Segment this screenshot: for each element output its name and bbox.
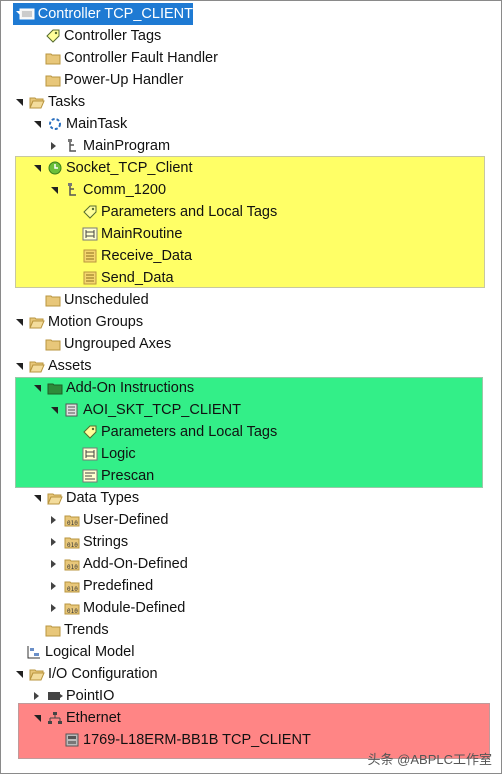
ladder-routine-icon bbox=[82, 227, 98, 241]
tree-item-dt-add-on-defined[interactable]: 010 Add-On-Defined bbox=[48, 553, 188, 575]
tree-item-controller[interactable]: Controller TCP_CLIENT bbox=[13, 3, 193, 25]
collapse-toggle-icon[interactable] bbox=[48, 184, 61, 197]
open-folder-icon bbox=[29, 359, 45, 373]
tree-item-dt-strings[interactable]: 010 Strings bbox=[48, 531, 128, 553]
open-folder-icon bbox=[29, 315, 45, 329]
aoi-definition-icon bbox=[64, 403, 80, 417]
watermark: 头条 @ABPLC工作室 bbox=[367, 752, 492, 767]
program-icon bbox=[64, 183, 80, 197]
tree-item-main-program[interactable]: MainProgram bbox=[48, 135, 170, 157]
expand-toggle-icon[interactable] bbox=[48, 514, 61, 527]
tree-item-comm-send[interactable]: Send_Data bbox=[82, 267, 174, 289]
tree-item-powerup-handler[interactable]: Power-Up Handler bbox=[45, 69, 183, 91]
expand-toggle-icon[interactable] bbox=[48, 536, 61, 549]
tree-item-dt-user-defined[interactable]: 010 User-Defined bbox=[48, 509, 168, 531]
tree-item-aoi-params[interactable]: Parameters and Local Tags bbox=[82, 421, 277, 443]
open-folder-icon bbox=[47, 491, 63, 505]
tree-item-add-on-instructions[interactable]: Add-On Instructions bbox=[31, 377, 194, 399]
collapse-toggle-icon[interactable] bbox=[13, 316, 26, 329]
tree-item-comm-main-routine[interactable]: MainRoutine bbox=[82, 223, 182, 245]
data-type-icon: 010 bbox=[64, 579, 80, 593]
data-type-icon: 010 bbox=[64, 535, 80, 549]
collapse-toggle-icon[interactable] bbox=[13, 360, 26, 373]
tree-item-ethernet[interactable]: Ethernet bbox=[31, 707, 121, 729]
tree-item-aoi-logic[interactable]: Logic bbox=[82, 443, 136, 465]
folder-icon bbox=[45, 51, 61, 65]
tree-item-fault-handler[interactable]: Controller Fault Handler bbox=[45, 47, 218, 69]
tree-item-aoi-prescan[interactable]: Prescan bbox=[82, 465, 154, 487]
tree-item-controller-module[interactable]: 1769-L18ERM-BB1B TCP_CLIENT bbox=[64, 729, 311, 751]
ladder-routine-icon bbox=[82, 447, 98, 461]
collapse-toggle-icon[interactable] bbox=[31, 382, 44, 395]
folder-icon bbox=[45, 73, 61, 87]
tree-item-assets[interactable]: Assets bbox=[13, 355, 92, 377]
continuous-task-icon bbox=[47, 117, 63, 131]
svg-text:010: 010 bbox=[67, 520, 78, 527]
tree-item-data-types[interactable]: Data Types bbox=[31, 487, 139, 509]
data-type-icon: 010 bbox=[64, 557, 80, 571]
collapse-toggle-icon[interactable] bbox=[31, 492, 44, 505]
tree-item-aoi[interactable]: AOI_SKT_TCP_CLIENT bbox=[48, 399, 241, 421]
folder-icon bbox=[45, 293, 61, 307]
controller-icon bbox=[19, 7, 35, 21]
expand-toggle-icon[interactable] bbox=[48, 558, 61, 571]
logical-model-icon bbox=[26, 645, 42, 659]
tag-icon bbox=[45, 29, 61, 43]
tree-item-comm-receive[interactable]: Receive_Data bbox=[82, 245, 192, 267]
data-type-icon: 010 bbox=[64, 601, 80, 615]
collapse-toggle-icon[interactable] bbox=[31, 118, 44, 131]
aoi-folder-icon bbox=[47, 381, 63, 395]
tree-item-trends[interactable]: Trends bbox=[45, 619, 109, 641]
tree-item-motion-groups[interactable]: Motion Groups bbox=[13, 311, 143, 333]
open-folder-icon bbox=[29, 95, 45, 109]
periodic-task-icon bbox=[47, 161, 63, 175]
collapse-toggle-icon[interactable] bbox=[31, 712, 44, 725]
collapse-toggle-icon[interactable] bbox=[13, 668, 26, 681]
tree-item-ungrouped-axes[interactable]: Ungrouped Axes bbox=[45, 333, 171, 355]
expand-toggle-icon[interactable] bbox=[48, 580, 61, 593]
tree-item-comm-params[interactable]: Parameters and Local Tags bbox=[82, 201, 277, 223]
program-icon bbox=[64, 139, 80, 153]
svg-text:010: 010 bbox=[67, 564, 78, 571]
tree-item-io-configuration[interactable]: I/O Configuration bbox=[13, 663, 158, 685]
tree-item-comm-program[interactable]: Comm_1200 bbox=[48, 179, 166, 201]
tree-item-controller-tags[interactable]: Controller Tags bbox=[45, 25, 161, 47]
folder-icon bbox=[45, 337, 61, 351]
open-folder-icon bbox=[29, 667, 45, 681]
tree-item-point-io[interactable]: PointIO bbox=[31, 685, 114, 707]
tree-item-dt-module-defined[interactable]: 010 Module-Defined bbox=[48, 597, 185, 619]
structured-text-icon bbox=[82, 271, 98, 285]
network-icon bbox=[47, 711, 63, 725]
svg-text:010: 010 bbox=[67, 542, 78, 549]
tree-item-label: Controller TCP_CLIENT bbox=[37, 6, 193, 22]
tree-item-socket-task[interactable]: Socket_TCP_Client bbox=[31, 157, 193, 179]
structured-text-icon bbox=[82, 249, 98, 263]
tree-item-dt-predefined[interactable]: 010 Predefined bbox=[48, 575, 153, 597]
tag-icon bbox=[82, 425, 98, 439]
expand-toggle-icon[interactable] bbox=[48, 602, 61, 615]
expand-toggle-icon[interactable] bbox=[48, 140, 61, 153]
expand-toggle-icon[interactable] bbox=[31, 690, 44, 703]
svg-text:010: 010 bbox=[67, 608, 78, 615]
tree-item-main-task[interactable]: MainTask bbox=[31, 113, 127, 135]
backplane-icon bbox=[47, 689, 63, 703]
svg-text:010: 010 bbox=[67, 586, 78, 593]
collapse-toggle-icon[interactable] bbox=[13, 96, 26, 109]
tree-item-unscheduled[interactable]: Unscheduled bbox=[45, 289, 149, 311]
collapse-toggle-icon[interactable] bbox=[48, 404, 61, 417]
tag-icon bbox=[82, 205, 98, 219]
tree-item-tasks[interactable]: Tasks bbox=[13, 91, 85, 113]
controller-module-icon bbox=[64, 733, 80, 747]
tree-item-logical-model[interactable]: Logical Model bbox=[26, 641, 134, 663]
collapse-toggle-icon[interactable] bbox=[13, 8, 16, 21]
data-type-icon: 010 bbox=[64, 513, 80, 527]
prescan-routine-icon bbox=[82, 469, 98, 483]
folder-icon bbox=[45, 623, 61, 637]
collapse-toggle-icon[interactable] bbox=[31, 162, 44, 175]
